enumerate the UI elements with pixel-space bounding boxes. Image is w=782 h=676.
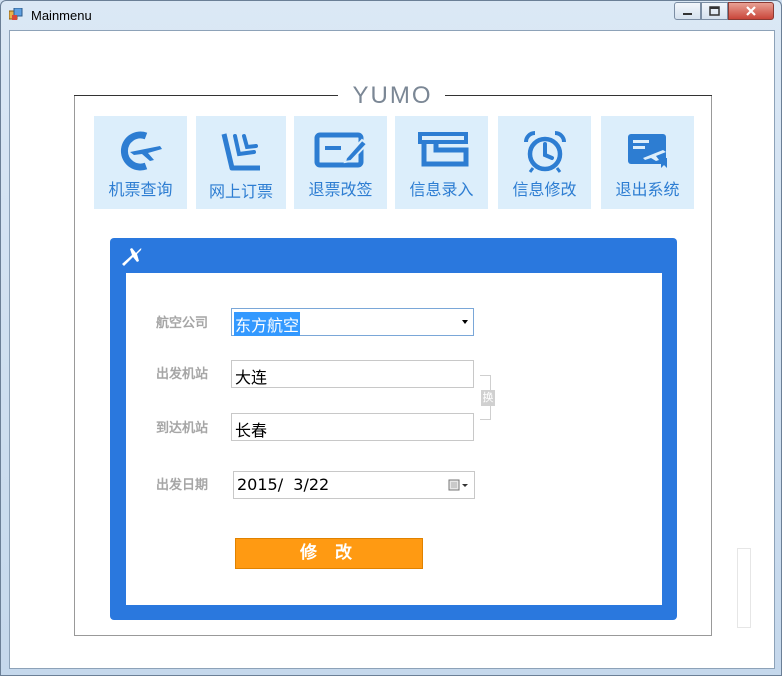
depart-station-value: 大连 xyxy=(235,368,268,387)
nav-online-booking[interactable]: 网上订票 xyxy=(196,116,286,209)
maximize-button[interactable] xyxy=(701,2,728,20)
nav-label: 信息录入 xyxy=(409,180,474,199)
airplane-icon xyxy=(122,248,142,266)
nav-label: 机票查询 xyxy=(108,180,173,199)
depart-station-label: 出发机站 xyxy=(156,367,209,382)
minimize-icon xyxy=(683,13,692,15)
arrive-station-value: 长春 xyxy=(235,421,268,440)
close-button[interactable] xyxy=(728,2,774,20)
nav-flight-search[interactable]: 机票查询 xyxy=(94,116,187,209)
nav-label: 网上订票 xyxy=(208,182,273,201)
modify-button[interactable]: 修 改 xyxy=(235,538,423,569)
logo: YUMO xyxy=(352,82,433,109)
nav-info-modify[interactable]: 信息修改 xyxy=(498,116,591,209)
scrollbar-ghost xyxy=(737,548,751,628)
nav-label: 退票改签 xyxy=(308,180,373,199)
nav-refund-change[interactable]: 退票改签 xyxy=(294,116,387,209)
window-title: Mainmenu xyxy=(31,8,92,23)
nav-info-entry[interactable]: 信息录入 xyxy=(395,116,488,209)
nav-exit-system[interactable]: 退出系统 xyxy=(601,116,694,209)
refund-change-icon xyxy=(314,132,368,168)
depart-station-input[interactable]: 大连 xyxy=(231,360,474,388)
header-rule-left xyxy=(74,95,338,96)
chevron-down-icon xyxy=(462,320,468,324)
airline-select[interactable]: 东方航空 xyxy=(231,308,474,336)
online-booking-icon xyxy=(221,133,260,171)
date-value: 2015/ 3/22 xyxy=(237,475,330,494)
airline-value: 东方航空 xyxy=(234,312,301,336)
alarm-clock-icon xyxy=(523,131,566,173)
calendar-icon[interactable] xyxy=(448,479,470,491)
title-bar[interactable]: Mainmenu xyxy=(1,1,781,30)
date-picker[interactable]: 2015/ 3/22 xyxy=(233,471,475,499)
date-label: 出发日期 xyxy=(156,478,209,493)
maximize-icon xyxy=(709,6,720,16)
nav-label: 信息修改 xyxy=(512,180,577,199)
flight-search-icon xyxy=(120,131,162,171)
arrive-station-label: 到达机站 xyxy=(156,421,209,436)
header-rule-right xyxy=(445,95,712,96)
info-entry-icon xyxy=(417,132,468,167)
app-icon xyxy=(9,8,23,20)
close-icon xyxy=(746,6,756,16)
boarding-pass-icon xyxy=(627,134,667,168)
airline-label: 航空公司 xyxy=(156,316,209,331)
minimize-button[interactable] xyxy=(674,2,701,20)
nav-label: 退出系统 xyxy=(615,180,680,199)
swap-button[interactable]: 换 xyxy=(481,390,495,406)
arrive-station-input[interactable]: 长春 xyxy=(231,413,474,441)
